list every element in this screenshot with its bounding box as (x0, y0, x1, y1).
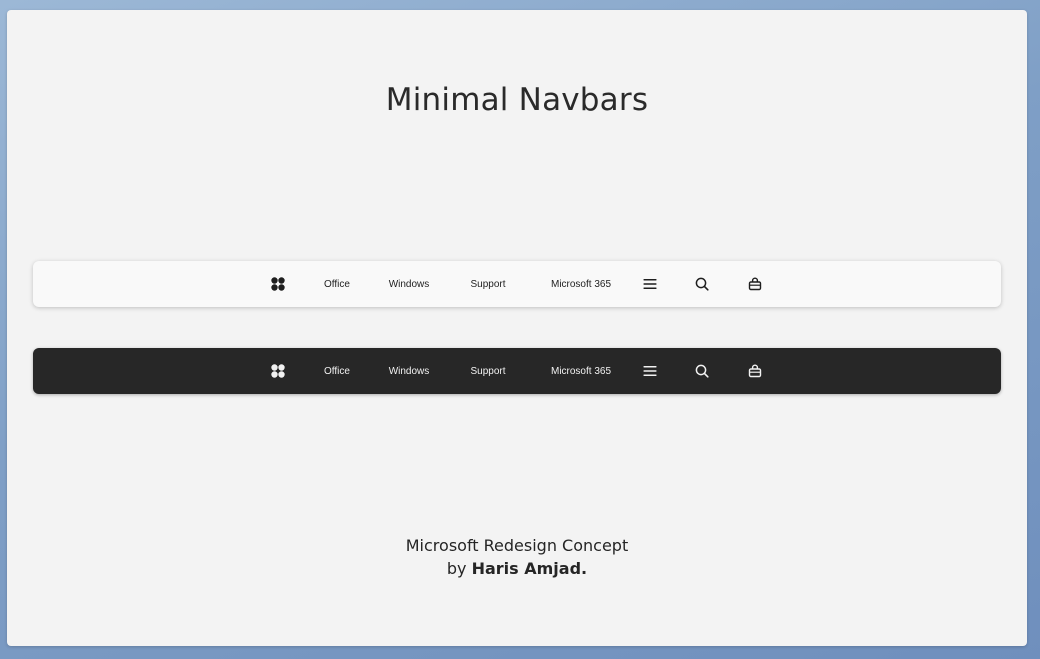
footer-author: Haris Amjad. (471, 559, 588, 578)
shopping-bag-icon[interactable] (747, 348, 763, 394)
footer-caption: Microsoft Redesign Concept (405, 536, 629, 555)
presentation-card: Minimal Navbars Office Windows Support M… (7, 10, 1027, 646)
navbar-light: Office Windows Support Microsoft 365 (33, 261, 1001, 307)
microsoft-logo-icon[interactable] (270, 261, 286, 307)
nav-link-microsoft-365[interactable]: Microsoft 365 (539, 261, 623, 307)
nav-link-office[interactable]: Office (317, 261, 357, 307)
hamburger-menu-icon[interactable] (642, 261, 658, 307)
shopping-bag-icon[interactable] (747, 261, 763, 307)
search-icon[interactable] (694, 348, 710, 394)
page-title: Minimal Navbars (385, 82, 649, 118)
nav-link-office[interactable]: Office (317, 348, 357, 394)
navbar-dark: Office Windows Support Microsoft 365 (33, 348, 1001, 394)
search-icon[interactable] (694, 261, 710, 307)
footer-by-prefix: by (446, 559, 467, 578)
footer-credit: by Haris Amjad. (7, 559, 1027, 578)
hamburger-menu-icon[interactable] (642, 348, 658, 394)
nav-link-windows[interactable]: Windows (382, 348, 436, 394)
microsoft-logo-icon[interactable] (270, 348, 286, 394)
nav-link-windows[interactable]: Windows (382, 261, 436, 307)
nav-link-support[interactable]: Support (461, 261, 515, 307)
nav-link-microsoft-365[interactable]: Microsoft 365 (539, 348, 623, 394)
nav-link-support[interactable]: Support (461, 348, 515, 394)
